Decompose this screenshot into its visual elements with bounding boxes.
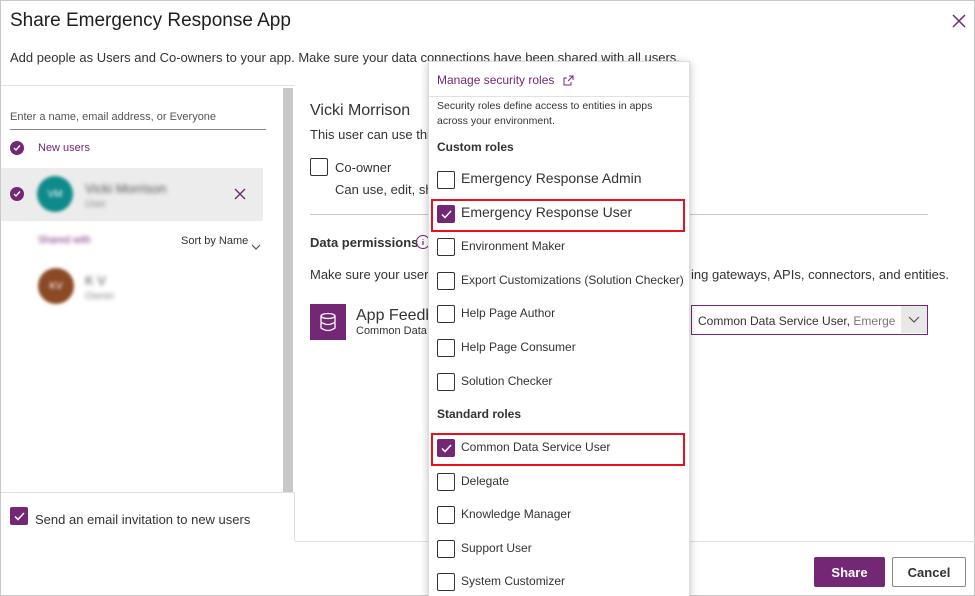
security-role-select[interactable]: Common Data Service User, Emerge bbox=[691, 305, 928, 335]
sort-by-dropdown[interactable]: Sort by Name bbox=[181, 235, 248, 247]
role-option[interactable]: Emergency Response Admin bbox=[431, 165, 687, 195]
cancel-button[interactable]: Cancel bbox=[892, 557, 966, 587]
coowner-label: Co-owner bbox=[335, 160, 392, 175]
role-label: Support User bbox=[461, 540, 532, 555]
email-invite-label: Send an email invitation to new users bbox=[35, 512, 251, 527]
role-checkbox[interactable] bbox=[437, 573, 455, 592]
role-option[interactable]: Export Customizations (Solution Checker) bbox=[431, 266, 687, 296]
role-label: Environment Maker bbox=[461, 239, 566, 254]
role-label: Help Page Author bbox=[461, 306, 556, 321]
owner-name: K V bbox=[85, 273, 106, 288]
people-search-input[interactable] bbox=[10, 104, 266, 130]
role-option[interactable]: Support User bbox=[431, 534, 687, 564]
role-checkbox[interactable] bbox=[437, 372, 455, 391]
role-checkbox[interactable] bbox=[437, 539, 455, 558]
external-link-icon[interactable] bbox=[563, 73, 574, 91]
owner-role: Owner bbox=[85, 291, 115, 302]
role-option[interactable]: Knowledge Manager bbox=[431, 500, 687, 530]
security-roles-dropdown: Manage security roles Security roles def… bbox=[428, 61, 690, 596]
new-users-check-icon bbox=[10, 141, 24, 155]
highlight-box bbox=[431, 198, 685, 232]
role-label: Delegate bbox=[461, 473, 510, 488]
coowner-description: Can use, edit, sha bbox=[335, 182, 440, 197]
custom-roles-title: Custom roles bbox=[437, 140, 514, 154]
role-option[interactable]: Help Page Author bbox=[431, 299, 687, 329]
chevron-down-icon[interactable] bbox=[251, 238, 261, 256]
highlight-box bbox=[431, 433, 685, 466]
avatar: VM bbox=[37, 176, 73, 212]
role-label: Emergency Response Admin bbox=[461, 170, 642, 186]
scrollbar-thumb[interactable] bbox=[283, 88, 293, 492]
role-checkbox[interactable] bbox=[437, 271, 455, 290]
role-select-value-text: Common Data Service User, bbox=[698, 314, 851, 328]
remove-user-icon[interactable] bbox=[233, 187, 247, 201]
email-invite-checkbox[interactable] bbox=[10, 507, 28, 525]
user-permission-text: This user can use this bbox=[310, 127, 437, 142]
dropdown-divider bbox=[429, 96, 689, 97]
role-label: Solution Checker bbox=[461, 373, 553, 388]
new-users-label: New users bbox=[38, 142, 90, 154]
coowner-checkbox[interactable] bbox=[310, 158, 328, 176]
chevron-down-icon[interactable] bbox=[901, 306, 927, 333]
role-checkbox[interactable] bbox=[437, 506, 455, 525]
role-checkbox[interactable] bbox=[437, 171, 455, 189]
app-data-source: Common Data S bbox=[356, 325, 438, 337]
people-panel: New users VM Vicki Morrison User Shared … bbox=[1, 85, 295, 541]
shared-with-label: Shared with bbox=[38, 235, 91, 246]
selected-user-name: Vicki Morrison bbox=[310, 102, 411, 119]
manage-security-roles-link[interactable]: Manage security roles bbox=[437, 73, 554, 87]
role-checkbox[interactable] bbox=[437, 238, 455, 257]
people-scrollbar[interactable] bbox=[281, 86, 295, 492]
role-label: Help Page Consumer bbox=[461, 340, 576, 354]
role-label: Knowledge Manager bbox=[461, 507, 572, 522]
role-option[interactable]: Solution Checker bbox=[431, 367, 687, 397]
data-permissions-title: Data permissions bbox=[310, 235, 419, 250]
dialog-title: Share Emergency Response App bbox=[10, 10, 291, 31]
new-user-name: Vicki Morrison bbox=[85, 181, 167, 196]
role-checkbox[interactable] bbox=[437, 472, 455, 491]
security-roles-description: Security roles define access to entities… bbox=[437, 100, 653, 127]
role-select-value: Common Data Service User, Emerge bbox=[698, 314, 895, 328]
new-user-card[interactable]: VM Vicki Morrison User bbox=[1, 168, 263, 221]
role-checkbox[interactable] bbox=[437, 305, 455, 324]
role-label: System Customizer bbox=[461, 574, 566, 589]
role-select-more-text: Emerge bbox=[853, 314, 896, 328]
data-permissions-description: Make sure your users bbox=[310, 267, 435, 282]
close-icon[interactable] bbox=[949, 11, 969, 31]
share-button[interactable]: Share bbox=[814, 557, 885, 587]
role-option[interactable]: System Customizer bbox=[431, 567, 687, 596]
owner-avatar: KV bbox=[38, 268, 74, 304]
role-option[interactable]: Help Page Consumer bbox=[431, 333, 687, 363]
email-invite-row: Send an email invitation to new users bbox=[1, 492, 295, 542]
user-selected-check-icon[interactable] bbox=[10, 187, 24, 201]
role-checkbox[interactable] bbox=[437, 339, 455, 357]
role-option[interactable]: Environment Maker bbox=[431, 232, 687, 262]
app-name: App Feedb bbox=[356, 307, 435, 324]
database-icon bbox=[310, 304, 346, 340]
data-permissions-description-end: ing gateways, APIs, connectors, and enti… bbox=[691, 267, 949, 282]
standard-roles-title: Standard roles bbox=[437, 407, 522, 421]
role-option[interactable]: Delegate bbox=[431, 467, 687, 497]
share-dialog: Share Emergency Response App Add people … bbox=[0, 0, 975, 596]
role-label: Export Customizations (Solution Checker) bbox=[461, 272, 684, 287]
new-user-role: User bbox=[85, 199, 107, 210]
